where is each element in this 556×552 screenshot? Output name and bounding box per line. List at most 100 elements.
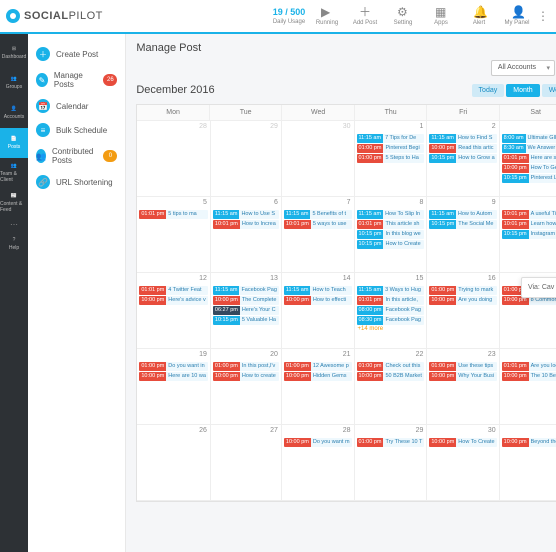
today-button[interactable]: Today <box>472 84 505 97</box>
day-cell[interactable]: 10 10:01 pmA useful Tip fo10:01 pmLearn … <box>500 197 556 273</box>
day-cell[interactable]: 16 01:00 pmTrying to mark10:00 pmAre you… <box>427 273 499 349</box>
event[interactable]: 11:15 am7 Tips for De <box>357 134 425 143</box>
side-bulk schedule[interactable]: ≡ Bulk Schedule <box>28 118 125 142</box>
event[interactable]: 01:00 pmTry These 10 T <box>357 438 425 447</box>
event[interactable]: 8:30 amWe Answer We <box>502 144 556 153</box>
event[interactable]: 01:00 pmUse these tips <box>429 362 496 371</box>
event[interactable]: 10:00 pmHow to effecti <box>284 296 352 305</box>
event[interactable]: 01:00 pmIn this post,I'v <box>213 362 279 371</box>
event[interactable]: 11:15 am5 Benefits of t <box>284 210 352 219</box>
day-cell[interactable]: 28 10:00 pmDo you want m <box>282 425 355 501</box>
side-calendar[interactable]: 📅 Calendar <box>28 94 125 118</box>
running-button[interactable]: ▶Running <box>308 6 346 26</box>
event[interactable]: 10:00 pmHow to create <box>213 372 279 381</box>
event[interactable]: 10:01 pmLearn how to s <box>502 220 556 229</box>
event[interactable]: 10:00 pmHow To Get M <box>502 164 556 173</box>
week-button[interactable]: Week <box>542 84 556 97</box>
day-cell[interactable]: 19 01:00 pmDo you want in10:00 pmHere ar… <box>137 349 211 425</box>
alert-button[interactable]: 🔔Alert <box>460 6 498 26</box>
day-cell[interactable]: 29 <box>211 121 282 197</box>
event[interactable]: 10:00 pmHow To Create <box>429 438 496 447</box>
more-button[interactable]: ⋮ <box>536 10 550 22</box>
event[interactable]: 10:15 pmHow to Grow a <box>429 154 496 163</box>
day-cell[interactable]: 14 11:15 amHow to Teach10:00 pmHow to ef… <box>282 273 355 349</box>
day-cell[interactable]: 15 11:15 am3 Ways to Hug01:01 pmIn this … <box>355 273 428 349</box>
rail-team & client[interactable]: 👥 Team & Client <box>0 158 28 188</box>
day-cell[interactable]: 9 11:15 amHow to Autom10:15 pmThe Social… <box>427 197 499 273</box>
event[interactable]: 10:00 pmHidden Gems <box>284 372 352 381</box>
event[interactable]: 10:00 pmWhy Your Busi <box>429 372 496 381</box>
side-url shortening[interactable]: 🔗 URL Shortening <box>28 170 125 194</box>
event[interactable]: 01:00 pm5 Steps to Ha <box>357 154 425 163</box>
event[interactable]: 11:15 amHow To Slip In <box>357 210 425 219</box>
event[interactable]: 06:27 pmHere's Your C <box>213 306 279 315</box>
event[interactable]: 01:00 pmCheck out this <box>357 362 425 371</box>
rail-accounts[interactable]: 👤 Accounts <box>0 98 28 128</box>
day-cell[interactable]: 5 01:01 pm5 tips to ma <box>137 197 211 273</box>
add-post-button[interactable]: ＋Add Post <box>346 6 384 26</box>
event[interactable]: 11:15 amHow to Use S <box>213 210 279 219</box>
rail-help[interactable]: ? Help <box>0 229 28 259</box>
event[interactable]: 01:01 pm4 Twitter Feat <box>139 286 208 295</box>
event[interactable]: 01:00 pmDo you want in <box>139 362 208 371</box>
setting-button[interactable]: ⚙Setting <box>384 6 422 26</box>
day-cell[interactable]: 6 11:15 amHow to Use S10:01 pmHow to Inc… <box>211 197 282 273</box>
event[interactable]: 10:00 pmDo you want m <box>284 438 352 447</box>
rail-groups[interactable]: 👥 Groups <box>0 68 28 98</box>
side-manage posts[interactable]: ✎ Manage Posts 26 <box>28 66 125 94</box>
side-contributed posts[interactable]: 👥 Contributed Posts 0 <box>28 142 125 170</box>
event[interactable]: 10:01 pm5 ways to use <box>284 220 352 229</box>
event[interactable]: 01:00 pmPinterest Begi <box>357 144 425 153</box>
day-cell[interactable]: 2 11:15 amHow to Find S10:00 pmRead this… <box>427 121 499 197</box>
event[interactable]: 10:15 pmIn this blog we <box>357 230 425 239</box>
event[interactable]: 10:00 pmThe Complete <box>213 296 279 305</box>
event[interactable]: 01:01 pm5 tips to ma <box>139 210 208 219</box>
event[interactable]: 08:30 pmFacebook Pag <box>357 316 425 325</box>
rail-dashboard[interactable]: ⊞ Dashboard <box>0 38 28 68</box>
side-create post[interactable]: ＋ Create Post <box>28 42 125 66</box>
day-cell[interactable]: 28 <box>137 121 211 197</box>
day-cell[interactable]: 26 <box>137 425 211 501</box>
day-cell[interactable]: 12 01:01 pm4 Twitter Feat10:00 pmHere's … <box>137 273 211 349</box>
event[interactable]: 08:00 pmFacebook Pag <box>357 306 425 315</box>
event[interactable]: 10:00 pmRead this artic <box>429 144 496 153</box>
apps-button[interactable]: ▦Apps <box>422 6 460 26</box>
account-select[interactable]: All Accounts <box>491 60 555 76</box>
event[interactable]: 10:01 pmHow to Increa <box>213 220 279 229</box>
more-events[interactable]: +14 more <box>356 325 426 333</box>
day-cell[interactable]: 1 11:15 am7 Tips for De01:00 pmPinterest… <box>355 121 428 197</box>
event[interactable]: 01:01 pmAre you lookin <box>502 362 556 371</box>
day-cell[interactable]: 3 8:00 amUltimate GIF g8:30 amWe Answer … <box>500 121 556 197</box>
event[interactable]: 11:15 amHow to Find S <box>429 134 496 143</box>
month-button[interactable]: Month <box>506 84 539 97</box>
event[interactable]: 10:00 pmHere's advice v <box>139 296 208 305</box>
event[interactable]: 01:01 pmHere are some <box>502 154 556 163</box>
day-cell[interactable]: 21 01:00 pm12 Awesome p10:00 pmHidden Ge… <box>282 349 355 425</box>
event[interactable]: 10:00 pmHere are 10 wa <box>139 372 208 381</box>
day-cell[interactable]: 27 <box>211 425 282 501</box>
day-cell[interactable]: 30 <box>282 121 355 197</box>
event[interactable]: 10:01 pmA useful Tip fo <box>502 210 556 219</box>
day-cell[interactable]: 30 10:00 pmHow To Create <box>427 425 499 501</box>
event[interactable]: 11:15 amFacebook Pag <box>213 286 279 295</box>
event[interactable]: 10:00 pmThe 10 Best Fr <box>502 372 556 381</box>
event[interactable]: 01:01 pmThis article sh <box>357 220 425 229</box>
day-cell[interactable]: 13 11:15 amFacebook Pag10:00 pmThe Compl… <box>211 273 282 349</box>
event[interactable]: 01:00 pm12 Awesome p <box>284 362 352 371</box>
my-panel-button[interactable]: 👤My Panel <box>498 6 536 26</box>
day-cell[interactable]: 24 01:01 pmAre you lookin10:00 pmThe 10 … <box>500 349 556 425</box>
day-cell[interactable]: 7 11:15 am5 Benefits of t10:01 pm5 ways … <box>282 197 355 273</box>
rail-content & feed[interactable]: 📰 Content & Feed <box>0 188 28 218</box>
day-cell[interactable]: 8 11:15 amHow To Slip In01:01 pmThis art… <box>355 197 428 273</box>
event[interactable]: 8:00 amUltimate GIF g <box>502 134 556 143</box>
day-cell[interactable]: 20 01:00 pmIn this post,I'v10:00 pmHow t… <box>211 349 282 425</box>
event[interactable]: 10:00 pmAre you doing <box>429 296 496 305</box>
event[interactable]: 10:00 pm50 B2B Market <box>357 372 425 381</box>
event[interactable]: 10:15 pmHow to Create <box>357 240 425 249</box>
day-cell[interactable]: 22 01:00 pmCheck out this10:00 pm50 B2B … <box>355 349 428 425</box>
event[interactable]: 10:15 pm5 Valuable Ha <box>213 316 279 325</box>
event[interactable]: 10:15 pmThe Social Me <box>429 220 496 229</box>
event[interactable]: 11:15 amHow to Teach <box>284 286 352 295</box>
event[interactable]: 11:15 amHow to Autom <box>429 210 496 219</box>
logo[interactable]: SOCIALPILOT <box>6 9 103 23</box>
